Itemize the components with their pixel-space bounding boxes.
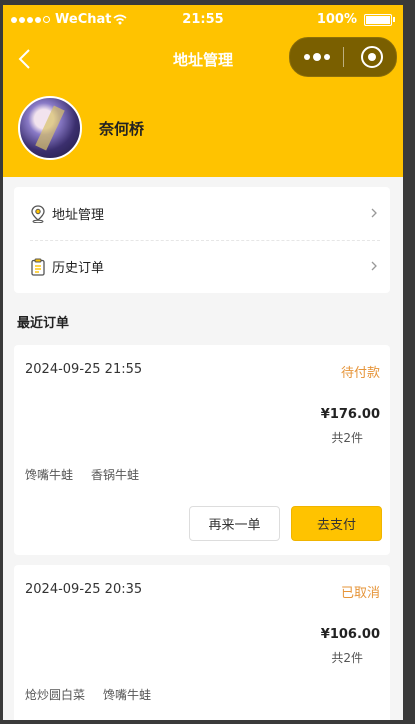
status-bar: WeChat 21:55 100% xyxy=(3,5,403,35)
order-items: 馋嘴牛蛙 香锅牛蛙 xyxy=(25,466,139,483)
battery-percent: 100% xyxy=(316,12,357,27)
order-count: 共2件 xyxy=(331,651,363,665)
battery-icon xyxy=(364,14,395,26)
nav-bar: 地址管理 xyxy=(3,35,403,81)
order-item: 香锅牛蛙 xyxy=(91,468,140,482)
chevron-right-icon xyxy=(371,261,377,271)
header: WeChat 21:55 100% 地址管理 奈何桥 xyxy=(3,5,403,177)
order-status: 已取消 xyxy=(340,586,380,601)
menu-item-label: 历史订单 xyxy=(52,261,105,276)
order-item: 炝炒圆白菜 xyxy=(25,688,86,702)
order-time: 2024-09-25 20:35 xyxy=(25,582,143,597)
order-time: 2024-09-25 21:55 xyxy=(25,362,143,377)
order-price: ¥176.00 xyxy=(320,407,380,422)
menu-item-order-history[interactable]: 历史订单 xyxy=(14,240,390,293)
order-item: 馋嘴牛蛙 xyxy=(25,468,74,482)
order-items: 炝炒圆白菜 馋嘴牛蛙 xyxy=(25,686,151,703)
clipboard-icon xyxy=(31,258,45,276)
order-count: 共2件 xyxy=(331,431,363,445)
menu-item-address[interactable]: 地址管理 xyxy=(14,187,390,240)
menu-item-label: 地址管理 xyxy=(52,208,105,223)
phone-screen: WeChat 21:55 100% 地址管理 奈何桥 地址管理 历史订单 最近订… xyxy=(3,5,403,720)
menu-card: 地址管理 历史订单 xyxy=(14,187,390,293)
chevron-right-icon xyxy=(371,208,377,218)
order-card[interactable]: 2024-09-25 21:55 待付款 ¥176.00 共2件 馋嘴牛蛙 香锅… xyxy=(14,345,390,555)
mini-program-capsule xyxy=(289,37,397,77)
reorder-button[interactable]: 再来一单 xyxy=(189,506,280,541)
avatar[interactable] xyxy=(18,96,82,160)
location-pin-icon xyxy=(31,204,45,223)
order-card[interactable]: 2024-09-25 20:35 已取消 ¥106.00 共2件 炝炒圆白菜 馋… xyxy=(14,565,390,720)
recent-orders-title: 最近订单 xyxy=(17,316,70,331)
close-target-icon[interactable] xyxy=(361,46,383,68)
user-profile: 奈何桥 xyxy=(18,96,144,160)
user-name: 奈何桥 xyxy=(99,119,145,138)
more-dots-icon[interactable] xyxy=(304,53,330,61)
order-price: ¥106.00 xyxy=(320,627,380,642)
capsule-divider xyxy=(343,47,344,67)
pay-button[interactable]: 去支付 xyxy=(291,506,382,541)
order-status: 待付款 xyxy=(340,366,380,381)
order-item: 馋嘴牛蛙 xyxy=(103,688,152,702)
